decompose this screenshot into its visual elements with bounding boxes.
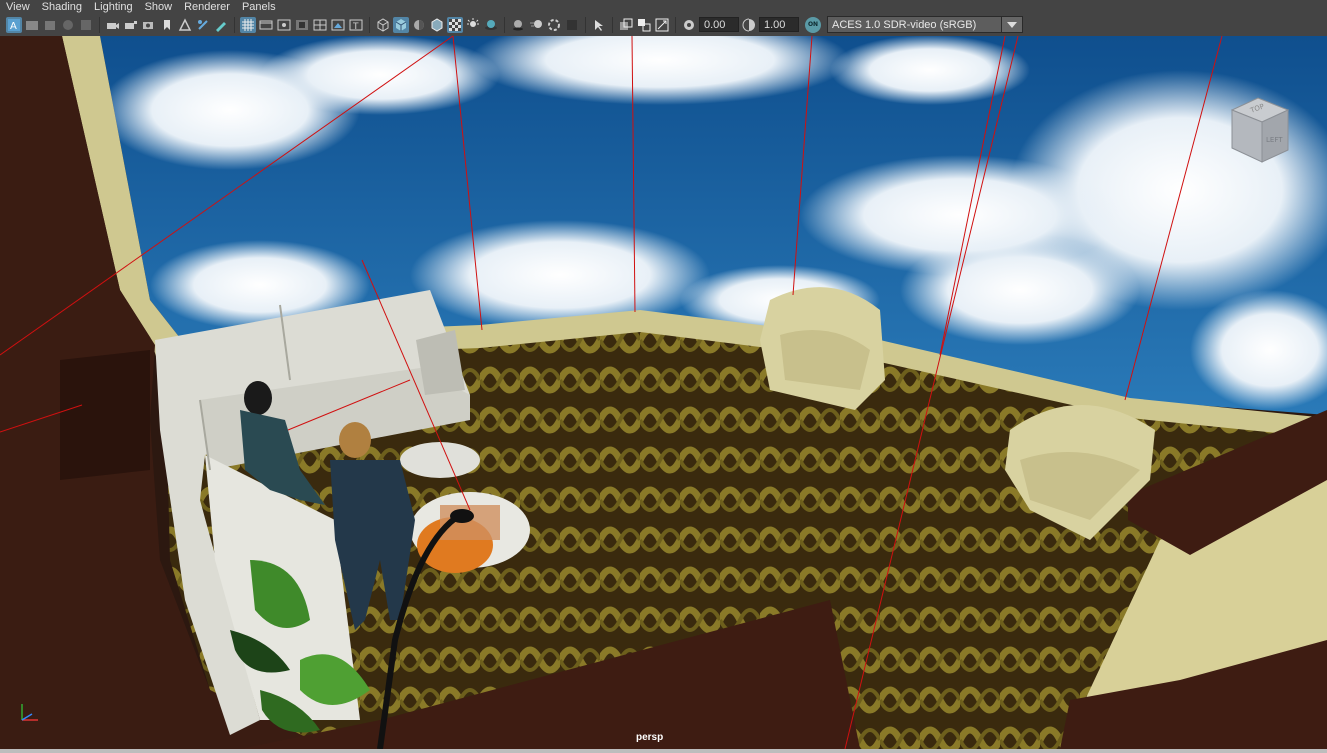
- exposure-field[interactable]: 0.00: [699, 17, 739, 32]
- menu-view[interactable]: View: [0, 1, 36, 13]
- camera-select-icon[interactable]: [105, 17, 121, 33]
- armchair-center: [760, 287, 885, 410]
- gamma-field[interactable]: 1.00: [759, 17, 799, 32]
- field-chart-icon[interactable]: [312, 17, 328, 33]
- xray-icon[interactable]: [618, 17, 634, 33]
- image-plane-icon[interactable]: [60, 17, 76, 33]
- wireframe-on-shaded-icon[interactable]: [429, 17, 445, 33]
- menu-shading[interactable]: Shading: [36, 1, 88, 13]
- anti-aliasing-icon[interactable]: [546, 17, 562, 33]
- motion-blur-icon[interactable]: [528, 17, 544, 33]
- viewport-bottom-border: [0, 749, 1327, 753]
- axis-gizmo-icon: [21, 704, 38, 721]
- camera-snapshot-icon[interactable]: [141, 17, 157, 33]
- color-management-icon[interactable]: ON: [805, 16, 821, 33]
- left-column-shadow: [60, 350, 150, 480]
- grease-pencil-icon[interactable]: [213, 17, 229, 33]
- resolution-gate-icon[interactable]: [276, 17, 292, 33]
- bookmark-icon[interactable]: [42, 17, 58, 33]
- scene-render: [0, 36, 1327, 749]
- image-plane-tool-icon[interactable]: [177, 17, 193, 33]
- pan-zoom-icon[interactable]: [195, 17, 211, 33]
- chevron-down-icon[interactable]: [1001, 17, 1022, 32]
- viewcube-face-label: LEFT: [1266, 136, 1283, 144]
- depth-of-field-icon[interactable]: [564, 17, 580, 33]
- viewcube-icon[interactable]: TOP LEFT: [1226, 96, 1292, 168]
- menu-renderer[interactable]: Renderer: [178, 1, 236, 13]
- textured-icon[interactable]: [447, 16, 463, 33]
- camera-name-label: persp: [636, 732, 664, 743]
- isolate-select-icon[interactable]: [591, 17, 607, 33]
- grid-icon[interactable]: [240, 16, 256, 33]
- screen-space-ao-icon[interactable]: [510, 17, 526, 33]
- perspective-viewport[interactable]: TOP LEFT: [0, 36, 1327, 749]
- viewport-toolbar: A T 0.00 1.00 ON ACES 1.0 SDR-video (sRG…: [0, 13, 1327, 36]
- view-transform-dropdown[interactable]: ACES 1.0 SDR-video (sRGB): [827, 16, 1023, 33]
- select-camera-icon[interactable]: A: [6, 16, 22, 33]
- gate-mask-icon[interactable]: [294, 17, 310, 33]
- menu-lighting[interactable]: Lighting: [88, 1, 139, 13]
- gamma-icon[interactable]: [741, 17, 757, 33]
- menu-show[interactable]: Show: [139, 1, 179, 13]
- menu-panels[interactable]: Panels: [236, 1, 282, 13]
- use-all-lights-icon[interactable]: [465, 17, 481, 33]
- bookmark-flag-icon[interactable]: [159, 17, 175, 33]
- camera-attributes-icon[interactable]: [24, 17, 40, 33]
- film-gate-icon[interactable]: [258, 17, 274, 33]
- xray-components-icon[interactable]: [654, 17, 670, 33]
- viewport-menubar: View Shading Lighting Show Renderer Pane…: [0, 0, 1327, 13]
- view-transform-value: ACES 1.0 SDR-video (sRGB): [832, 18, 977, 31]
- svg-text:T: T: [352, 22, 359, 32]
- xray-joints-icon[interactable]: [636, 17, 652, 33]
- default-material-icon[interactable]: [411, 17, 427, 33]
- two-d-pan-icon[interactable]: [78, 17, 94, 33]
- exposure-icon[interactable]: [681, 17, 697, 33]
- safe-title-icon[interactable]: T: [348, 17, 364, 33]
- svg-text:A: A: [10, 21, 17, 32]
- wireframe-icon[interactable]: [375, 17, 391, 33]
- camera-lock-icon[interactable]: [123, 17, 139, 33]
- safe-action-icon[interactable]: [330, 17, 346, 33]
- shadows-icon[interactable]: [483, 17, 499, 33]
- smooth-shade-icon[interactable]: [393, 16, 409, 33]
